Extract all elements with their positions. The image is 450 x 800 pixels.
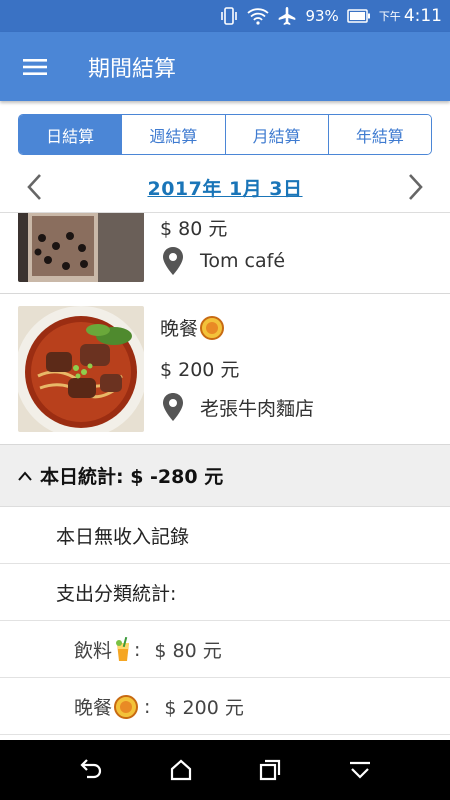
app-bar: 期間結算 (0, 32, 450, 101)
entry-location: Tom café (200, 250, 286, 272)
location-pin-icon (163, 393, 183, 421)
recents-icon[interactable] (259, 759, 281, 781)
entry-category-row: 晚餐 (160, 314, 225, 341)
period-tabs: 日結算 週結算 月結算 年結算 (18, 114, 432, 155)
battery-percent: 93% (305, 7, 339, 25)
keyboard-hide-icon[interactable] (348, 759, 372, 781)
beef-noodle-photo (18, 306, 144, 432)
entry-category: 晚餐 (160, 318, 199, 340)
chevron-left-icon (27, 174, 41, 200)
list-item[interactable]: $ 80 元 Tom café (0, 213, 450, 294)
expense-category-title: 支出分類統計: (0, 565, 450, 621)
status-ampm: 下午 (378, 10, 401, 23)
tab-weekly[interactable]: 週結算 (122, 115, 226, 154)
tab-daily[interactable]: 日結算 (19, 115, 123, 154)
prev-date-button[interactable] (18, 167, 50, 207)
location-pin-icon (163, 247, 183, 275)
chevron-up-icon (18, 470, 32, 481)
system-nav-bar (0, 740, 450, 800)
entry-location-row: Tom café (160, 246, 285, 276)
page-title: 期間結算 (88, 56, 177, 82)
drink-photo (18, 213, 144, 282)
scroll-content[interactable]: $ 80 元 Tom café 晚餐 $ 200 元 老張牛肉麵店 本日統計: … (0, 212, 450, 740)
date-link[interactable]: 2017年 1月 3日 (147, 174, 302, 201)
hamburger-icon (23, 58, 47, 75)
category-stat-row: 飲料 : $ 80 元 (0, 622, 450, 678)
drink-emoji-icon (116, 636, 130, 661)
home-icon[interactable] (170, 759, 192, 781)
back-icon[interactable] (79, 759, 103, 781)
daily-summary-header[interactable]: 本日統計: $ -280 元 (0, 445, 450, 507)
date-navigation: 2017年 1月 3日 (0, 164, 450, 210)
menu-button[interactable] (0, 32, 70, 101)
plate-emoji-icon (200, 315, 225, 340)
entry-amount: $ 200 元 (160, 359, 240, 381)
chevron-right-icon (409, 174, 423, 200)
next-date-button[interactable] (400, 167, 432, 207)
category-amount: $ 80 元 (154, 640, 222, 662)
tab-yearly[interactable]: 年結算 (328, 115, 431, 154)
tab-monthly[interactable]: 月結算 (225, 115, 329, 154)
vibrate-icon (221, 7, 238, 25)
category-amount: $ 200 元 (164, 697, 244, 719)
no-income-row: 本日無收入記錄 (0, 508, 450, 564)
wifi-icon (247, 8, 270, 25)
entry-location-row: 老張牛肉麵店 (160, 392, 314, 422)
list-item[interactable]: 晚餐 $ 200 元 老張牛肉麵店 (0, 294, 450, 445)
status-time: 4:11 (403, 6, 442, 26)
category-name: 晚餐 (74, 697, 113, 719)
airplane-icon (279, 7, 296, 25)
status-bar: 93% 下午 4:11 (0, 0, 450, 32)
daily-total: 本日統計: $ -280 元 (40, 466, 224, 488)
entry-location: 老張牛肉麵店 (200, 397, 315, 420)
entry-amount: $ 80 元 (160, 218, 228, 240)
battery-icon (347, 9, 370, 23)
category-name: 飲料 (74, 640, 113, 662)
category-stat-row: 晚餐 : $ 200 元 (0, 679, 450, 735)
category-separator: : (144, 695, 151, 718)
category-separator: : (134, 638, 141, 661)
plate-emoji-icon (114, 694, 139, 719)
